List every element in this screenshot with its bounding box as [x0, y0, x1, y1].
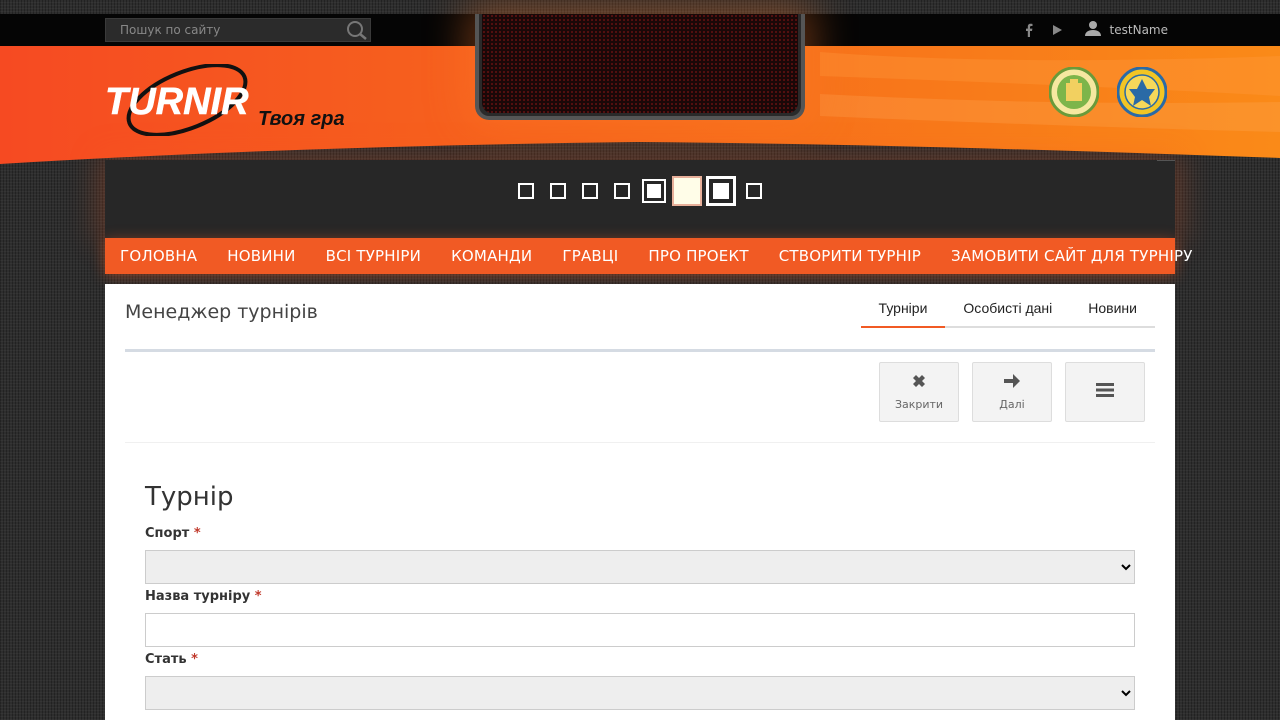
slider-dot-active[interactable]: [706, 176, 736, 206]
tournament-name-label: Назва турніру *: [145, 589, 262, 604]
next-button[interactable]: Далі: [972, 362, 1052, 422]
nav-item-order-site[interactable]: ЗАМОВИТИ САЙТ ДЛЯ ТУРНІРУ: [936, 247, 1208, 265]
tab-tournaments[interactable]: Турніри: [860, 298, 946, 328]
site-logo[interactable]: TURNIR: [105, 63, 250, 137]
toolbar-divider: [125, 442, 1155, 443]
federation-emblem-icon[interactable]: [1116, 66, 1168, 118]
nav-item-home[interactable]: ГОЛОВНА: [105, 247, 212, 265]
close-label: Закрити: [894, 398, 944, 411]
scoreboard-display: [475, 14, 805, 120]
nav-item-players[interactable]: ГРАВЦІ: [547, 247, 633, 265]
sport-select[interactable]: [145, 550, 1135, 584]
top-right-links: testName: [1022, 14, 1168, 46]
close-button[interactable]: Закрити: [879, 362, 959, 422]
slider-dot[interactable]: [746, 183, 762, 199]
main-nav: ГОЛОВНА НОВИНИ ВСІ ТУРНІРИ КОМАНДИ ГРАВЦ…: [105, 238, 1192, 274]
tournament-name-input[interactable]: [145, 613, 1135, 647]
nav-item-about[interactable]: ПРО ПРОЕКТ: [633, 247, 763, 265]
tournament-name-label-text: Назва турніру: [145, 589, 251, 604]
svg-text:TURNIR: TURNIR: [105, 81, 249, 123]
close-icon: [911, 373, 927, 394]
hamburger-icon: [1096, 382, 1114, 403]
nav-item-all-tournaments[interactable]: ВСІ ТУРНІРИ: [311, 247, 436, 265]
slider-corner: [1157, 160, 1175, 161]
gender-label: Стать *: [145, 652, 198, 667]
header-divider: [125, 349, 1155, 352]
page-title: Менеджер турнірів: [125, 301, 318, 323]
user-menu[interactable]: testName: [1084, 20, 1168, 41]
search-input[interactable]: [106, 19, 342, 41]
play-icon[interactable]: [1050, 23, 1064, 37]
main-content: Менеджер турнірів Турніри Особисті дані …: [105, 284, 1175, 720]
slider-dot[interactable]: [642, 179, 666, 203]
next-label: Далі: [999, 398, 1025, 411]
slider-dot[interactable]: [582, 183, 598, 199]
required-mark: *: [193, 526, 201, 541]
led-panel: [482, 14, 798, 113]
arrow-right-icon: [1003, 373, 1021, 394]
gender-label-text: Стать: [145, 652, 187, 667]
tagline: Твоя гра: [258, 108, 345, 130]
slider-dot[interactable]: [518, 183, 534, 199]
user-name: testName: [1109, 23, 1168, 37]
sport-label: Спорт *: [145, 526, 201, 541]
nav-item-teams[interactable]: КОМАНДИ: [436, 247, 547, 265]
slider-dot[interactable]: [614, 183, 630, 199]
tab-personal-data[interactable]: Особисті дані: [945, 298, 1070, 328]
required-mark: *: [191, 652, 198, 667]
manager-tabs: Турніри Особисті дані Новини: [860, 298, 1155, 328]
slider-dot-hover[interactable]: [672, 176, 702, 206]
menu-button[interactable]: [1065, 362, 1145, 422]
search-icon[interactable]: [346, 20, 368, 40]
form-title: Турнір: [145, 482, 234, 512]
nav-item-news[interactable]: НОВИНИ: [212, 247, 310, 265]
required-mark: *: [254, 589, 262, 604]
gender-select[interactable]: [145, 676, 1135, 710]
slider-dots: [105, 176, 1175, 206]
search-box: [105, 18, 371, 42]
tab-news[interactable]: Новини: [1070, 298, 1155, 328]
user-icon: [1084, 20, 1102, 41]
banner-slider: [105, 160, 1175, 238]
city-emblem-icon[interactable]: [1048, 66, 1100, 118]
slider-dot[interactable]: [550, 183, 566, 199]
facebook-icon[interactable]: [1022, 23, 1036, 37]
nav-item-create-tournament[interactable]: СТВОРИТИ ТУРНІР: [764, 247, 936, 265]
sport-label-text: Спорт: [145, 526, 190, 541]
